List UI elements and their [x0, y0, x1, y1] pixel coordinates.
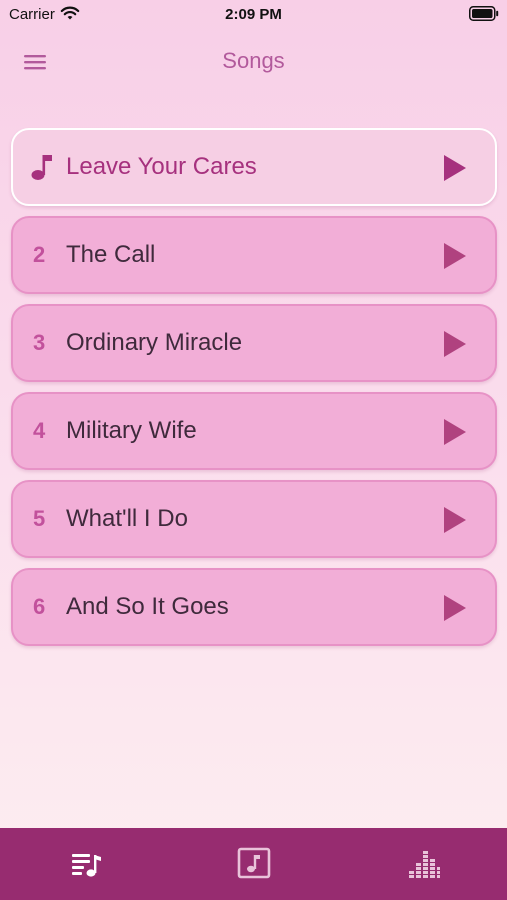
song-list: Leave Your Cares 2 The Call 3 Ordinary M… [11, 128, 497, 656]
song-row-the-call[interactable]: 2 The Call [11, 216, 497, 294]
page-title: Songs [222, 48, 285, 73]
song-title: The Call [66, 241, 156, 268]
track-number: 6 [33, 594, 46, 619]
equalizer-icon[interactable] [407, 846, 441, 880]
song-row-and-so-it-goes[interactable]: 6 And So It Goes [11, 568, 497, 646]
song-title: Ordinary Miracle [66, 329, 243, 356]
song-title: Leave Your Cares [66, 153, 257, 180]
song-row-ordinary-miracle[interactable]: 3 Ordinary Miracle [11, 304, 497, 382]
song-title: What'll I Do [66, 505, 188, 532]
play-icon[interactable] [443, 242, 467, 270]
track-number: 2 [33, 242, 46, 267]
track-number: 5 [33, 506, 46, 531]
play-icon[interactable] [443, 418, 467, 446]
navigation-bar: Songs [0, 40, 507, 84]
play-icon[interactable] [443, 330, 467, 358]
music-note-icon [31, 155, 52, 180]
play-icon[interactable] [443, 506, 467, 534]
song-row-military-wife[interactable]: 4 Military Wife [11, 392, 497, 470]
play-icon[interactable] [443, 594, 467, 622]
status-time: 2:09 PM [225, 6, 282, 23]
play-icon[interactable] [443, 154, 467, 182]
track-number: 4 [33, 418, 46, 443]
music-note-square-icon[interactable] [237, 846, 271, 880]
song-row-leave-your-cares[interactable]: Leave Your Cares [11, 128, 497, 206]
playlist-icon[interactable] [70, 846, 104, 880]
song-title: Military Wife [66, 417, 197, 444]
song-row-whatll-i-do[interactable]: 5 What'll I Do [11, 480, 497, 558]
track-number: 3 [33, 330, 46, 355]
tab-bar [0, 828, 507, 900]
battery-icon [469, 6, 499, 21]
status-bar: Carrier 2:09 PM [0, 0, 507, 30]
song-title: And So It Goes [66, 593, 229, 620]
